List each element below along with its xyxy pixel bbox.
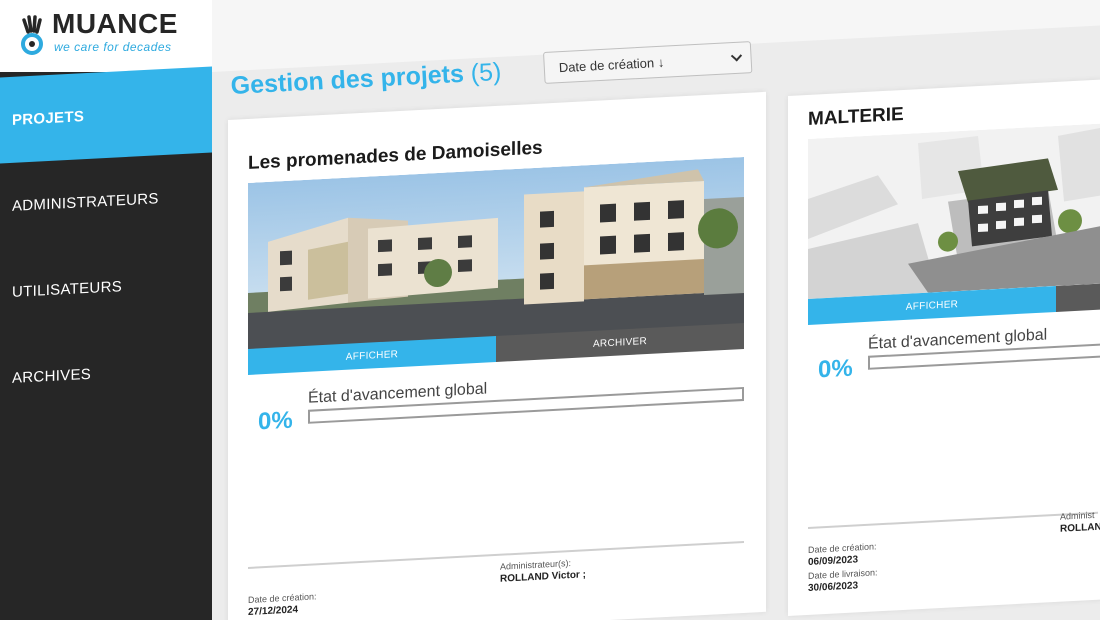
progress-percentage: 0% [818, 354, 853, 384]
project-title: MALTERIE [808, 103, 904, 130]
logo-tagline: we care for decades [54, 40, 172, 54]
project-image [808, 122, 1100, 299]
admin-value: ROLLAND [1060, 521, 1100, 535]
divider [808, 511, 1098, 529]
sidebar-item-projets[interactable]: PROJETS [0, 66, 212, 164]
project-count: (5) [470, 57, 503, 88]
admin-value: ROLLAND Victor ; [500, 569, 586, 585]
delivery-date: 30/06/2023 [808, 580, 859, 594]
project-card: Les promenades de Damoiselles AFFICHER A… [228, 91, 766, 620]
chevron-down-icon [730, 50, 743, 62]
logo-wordmark: MUANCE [52, 8, 178, 39]
progress-percentage: 0% [258, 406, 293, 436]
sidebar-item-utilisateurs[interactable]: UTILISATEURS [0, 238, 212, 335]
delivery-date-label: Date de livraison: [808, 567, 878, 581]
project-rendering [248, 156, 744, 351]
sort-select-value: Date de création ↓ [558, 54, 665, 75]
muance-logo-icon [21, 15, 43, 55]
sidebar: MUANCE we care for decades PROJETS ADMIN… [0, 0, 212, 620]
creation-date-label: Date de création: [248, 591, 317, 605]
logo[interactable]: MUANCE we care for decades [0, 0, 212, 72]
project-image [248, 156, 744, 351]
divider [248, 540, 744, 569]
archiver-button[interactable] [1056, 282, 1100, 312]
app: MUANCE we care for decades PROJETS ADMIN… [0, 0, 1100, 620]
project-card: MALTERIE AFFICHER 0% État d'avancement g… [788, 78, 1100, 616]
sidebar-item-archives[interactable]: ARCHIVES [0, 324, 212, 421]
sidebar-nav: PROJETS ADMINISTRATEURS UTILISATEURS ARC… [0, 66, 212, 416]
project-rendering [808, 122, 1100, 299]
creation-date-label: Date de création: [808, 541, 877, 555]
sidebar-item-administrateurs[interactable]: ADMINISTRATEURS [0, 152, 212, 249]
creation-date: 06/09/2023 [808, 554, 859, 568]
admin-label: Administ [1060, 509, 1095, 522]
creation-date: 27/12/2024 [248, 604, 299, 618]
